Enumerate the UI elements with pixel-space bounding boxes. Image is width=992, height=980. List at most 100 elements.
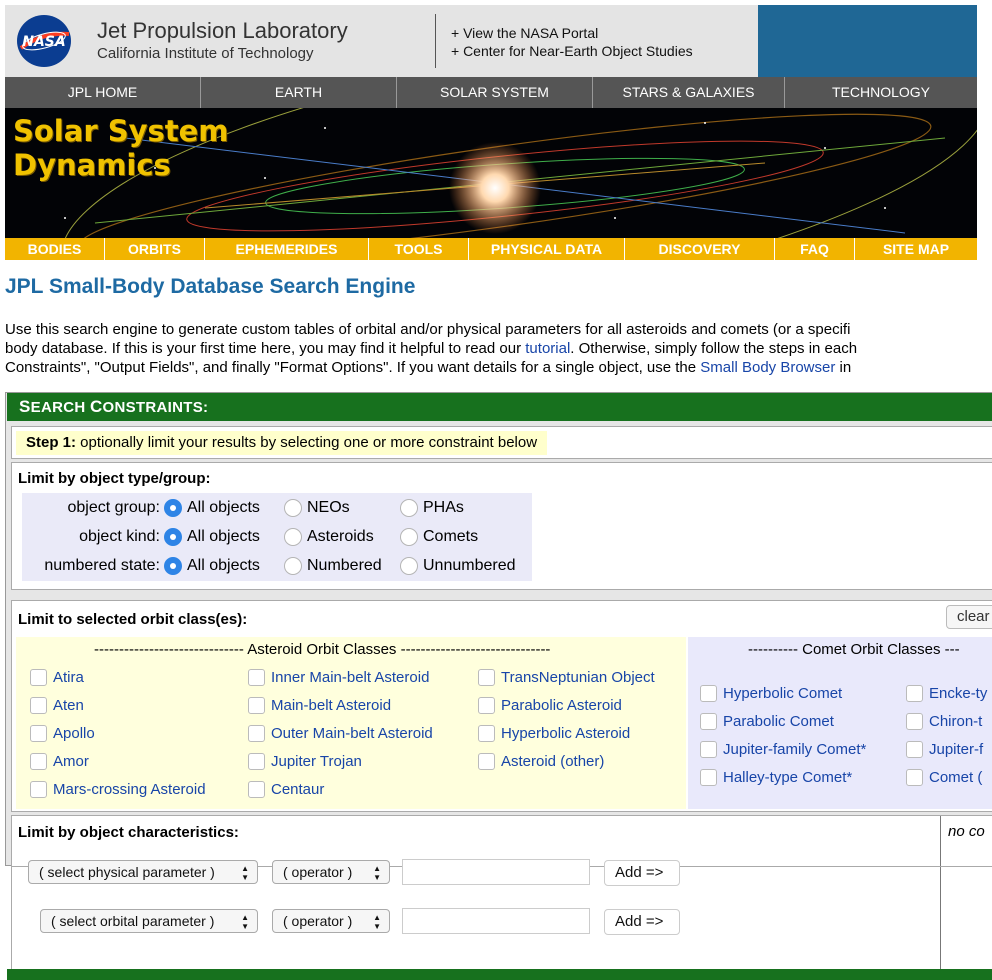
numbered-state-label: numbered state: [44,557,160,574]
physical-parameter-select[interactable]: ( select physical parameter ) ▲ ▼ [28,860,258,884]
numbered-state-row: numbered state: All objects Numbered Unn… [22,552,532,580]
asteroid-classes-header: ------------------------------ Asteroid … [94,641,551,658]
ssd-title-line1: Solar System [13,114,229,148]
ssd-title-line2: Dynamics [13,148,171,182]
object-kind-label: object kind: [79,528,160,545]
class-amor-checkbox[interactable]: Amor [30,753,89,770]
object-group-label: object group: [67,499,160,516]
object-group-all-radio[interactable]: All objects [164,494,260,522]
add-physical-button[interactable]: Add => [604,860,680,886]
controls-divider [940,867,941,977]
select-arrows-icon: ▲ ▼ [241,864,249,882]
physical-value-input[interactable] [402,859,590,885]
nav-solar-system[interactable]: SOLAR SYSTEM [397,77,593,108]
select-arrows-icon: ▲ ▼ [373,913,381,931]
characteristics-divider [940,816,941,868]
class-tno-checkbox[interactable]: TransNeptunian Object [478,669,655,686]
subnav-site-map[interactable]: SITE MAP [855,238,977,260]
page: NASA Jet Propulsion Laboratory Californi… [0,0,992,980]
nasa-logo-text: NASA [22,34,65,50]
add-orbital-button[interactable]: Add => [604,909,680,935]
object-group-row: object group: All objects NEOs PHAs [22,494,532,522]
subnav-orbits[interactable]: ORBITS [105,238,205,260]
page-title: JPL Small-Body Database Search Engine [5,275,416,298]
orbital-parameter-select[interactable]: ( select orbital parameter ) ▲ ▼ [40,909,258,933]
class-mars-crossing-checkbox[interactable]: Mars-crossing Asteroid [30,781,206,798]
nav-technology[interactable]: TECHNOLOGY [785,77,977,108]
orbital-operator-select[interactable]: ( operator ) ▲ ▼ [272,909,390,933]
output-fields-header [7,969,992,980]
class-parabolic-asteroid-checkbox[interactable]: Parabolic Asteroid [478,697,622,714]
intro-line-2-b: . Otherwise, simply follow the steps in … [570,340,858,357]
intro-text: Use this search engine to generate custo… [5,320,992,377]
characteristics-controls: ( select physical parameter ) ▲ ▼ ( operat… [11,859,992,977]
clear-button[interactable]: clear [946,605,992,629]
nasa-portal-link[interactable]: + View the NASA Portal [451,24,693,42]
portal-links: + View the NASA Portal + Center for Near… [451,24,693,60]
select-arrows-icon: ▲ ▼ [373,864,381,882]
object-kind-asteroids-radio[interactable]: Asteroids [284,523,374,551]
characteristics-label: Limit by object characteristics: [18,824,239,841]
step-1-note: Step 1: optionally limit your results by… [16,431,548,455]
intro-line-2-a: body database. If this is your first tim… [5,340,526,357]
search-constraints-header: SEARCH CONSTRAINTS: [7,393,992,421]
lab-title[interactable]: Jet Propulsion Laboratory [97,18,348,44]
subnav-ephemerides[interactable]: EPHEMERIDES [205,238,369,260]
numbered-state-unnumbered-radio[interactable]: Unnumbered [400,552,516,580]
class-parabolic-comet-checkbox[interactable]: Parabolic Comet [700,713,834,730]
intro-line-1: Use this search engine to generate custo… [5,321,851,338]
orbit-class-label: Limit to selected orbit class(es): [18,611,248,628]
tutorial-link[interactable]: tutorial [525,340,570,357]
comet-classes-panel: ---------- Comet Orbit Classes --- Hyper… [688,637,992,809]
no-constraints-note: no co [948,823,985,840]
object-type-section: Limit by object type/group: object group… [11,462,992,590]
class-aten-checkbox[interactable]: Aten [30,697,84,714]
subnav-faq[interactable]: FAQ [775,238,855,260]
numbered-state-all-radio[interactable]: All objects [164,552,260,580]
class-halley-type-comet-checkbox[interactable]: Halley-type Comet* [700,769,852,786]
class-outer-main-belt-checkbox[interactable]: Outer Main-belt Asteroid [248,725,433,742]
nasa-logo[interactable]: NASA [15,14,73,68]
jpl-header: NASA Jet Propulsion Laboratory Californi… [5,5,977,77]
class-jupiter-family-comet-checkbox[interactable]: Jupiter-family Comet* [700,741,866,758]
step-1-row: Step 1: optionally limit your results by… [11,426,992,459]
class-jupiter-family-checkbox-2[interactable]: Jupiter-f [906,741,983,758]
nav-earth[interactable]: EARTH [201,77,397,108]
object-kind-all-radio[interactable]: All objects [164,523,260,551]
class-chiron-type-checkbox[interactable]: Chiron-t [906,713,982,730]
subnav-bodies[interactable]: BODIES [5,238,105,260]
class-apollo-checkbox[interactable]: Apollo [30,725,95,742]
object-group-neos-radio[interactable]: NEOs [284,494,350,522]
class-hyperbolic-asteroid-checkbox[interactable]: Hyperbolic Asteroid [478,725,630,742]
subnav-tools[interactable]: TOOLS [369,238,469,260]
subnav-discovery[interactable]: DISCOVERY [625,238,775,260]
subnav-physical-data[interactable]: PHYSICAL DATA [469,238,625,260]
small-body-browser-link[interactable]: Small Body Browser [700,359,835,376]
nav-jpl-home[interactable]: JPL HOME [5,77,201,108]
object-kind-comets-radio[interactable]: Comets [400,523,478,551]
intro-line-3-b: in [835,359,852,376]
ssd-sub-nav: BODIES ORBITS EPHEMERIDES TOOLS PHYSICAL… [5,238,977,260]
numbered-state-numbered-radio[interactable]: Numbered [284,552,382,580]
main-nav: JPL HOME EARTH SOLAR SYSTEM STARS & GALA… [5,77,977,108]
select-arrows-icon: ▲ ▼ [241,913,249,931]
class-hyperbolic-comet-checkbox[interactable]: Hyperbolic Comet [700,685,842,702]
ssd-title[interactable]: Solar System Dynamics [13,114,229,182]
object-type-label: Limit by object type/group: [18,470,211,487]
orbital-value-input[interactable] [402,908,590,934]
class-inner-main-belt-checkbox[interactable]: Inner Main-belt Asteroid [248,669,429,686]
nav-stars-galaxies[interactable]: STARS & GALAXIES [593,77,785,108]
neo-center-link[interactable]: + Center for Near-Earth Object Studies [451,42,693,60]
class-jupiter-trojan-checkbox[interactable]: Jupiter Trojan [248,753,362,770]
class-atira-checkbox[interactable]: Atira [30,669,84,686]
class-main-belt-checkbox[interactable]: Main-belt Asteroid [248,697,391,714]
physical-operator-select[interactable]: ( operator ) ▲ ▼ [272,860,390,884]
object-kind-row: object kind: All objects Asteroids Comet… [22,523,532,551]
intro-line-3-a: Constraints", "Output Fields", and final… [5,359,701,376]
class-asteroid-other-checkbox[interactable]: Asteroid (other) [478,753,604,770]
object-group-phas-radio[interactable]: PHAs [400,494,464,522]
class-encke-type-checkbox[interactable]: Encke-ty [906,685,987,702]
class-centaur-checkbox[interactable]: Centaur [248,781,324,798]
ssd-banner: Solar System Dynamics [5,108,977,238]
class-comet-other-checkbox[interactable]: Comet ( [906,769,982,786]
